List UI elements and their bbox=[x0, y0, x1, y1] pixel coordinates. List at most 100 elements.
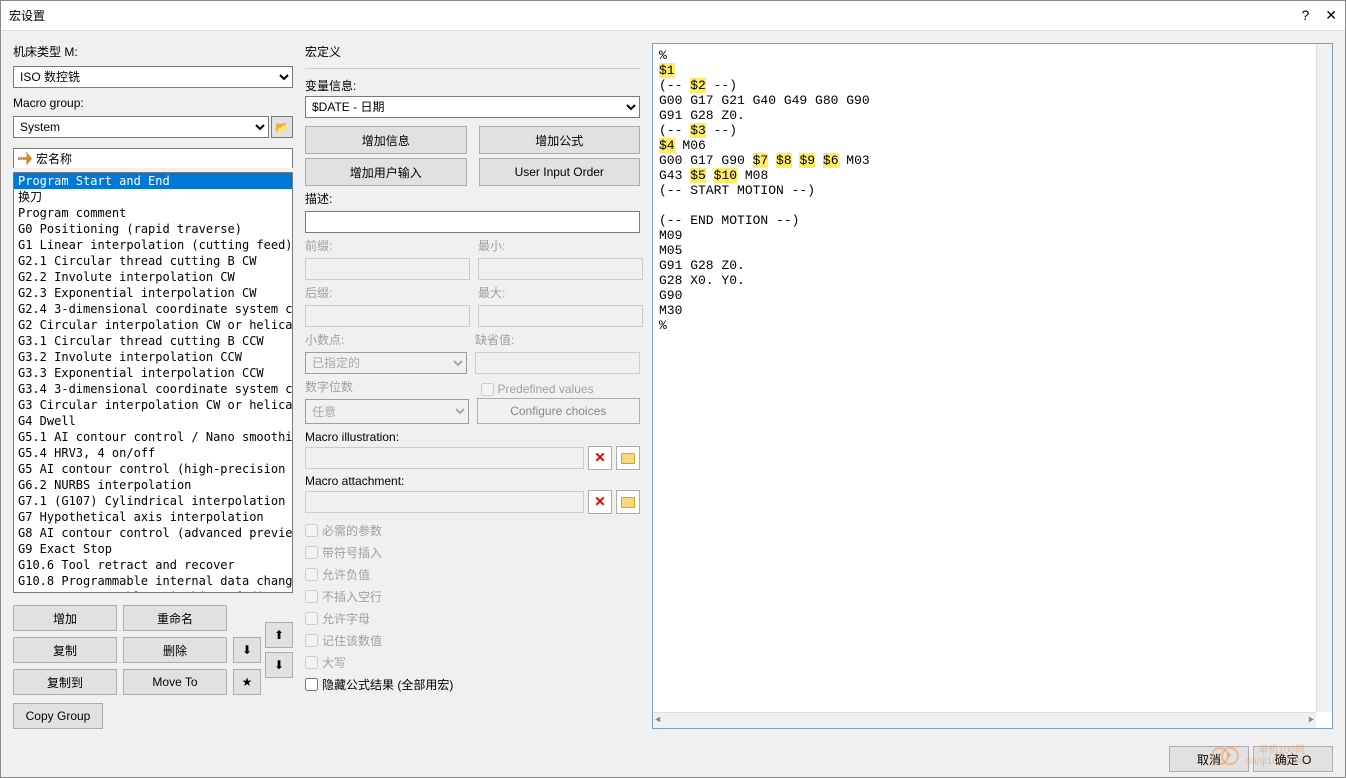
move-up-button[interactable]: ⬆ bbox=[265, 622, 293, 648]
letters-checkbox: 允许字母 bbox=[305, 610, 640, 627]
help-icon[interactable]: ? bbox=[1301, 7, 1309, 24]
folder-arrow-icon: 📂 bbox=[275, 121, 289, 134]
macro-list-item[interactable]: G7 Hypothetical axis interpolation bbox=[14, 509, 292, 525]
macro-list-item[interactable]: Program comment bbox=[14, 205, 292, 221]
suffix-input bbox=[305, 305, 470, 327]
add-userinput-button[interactable]: 增加用户输入 bbox=[305, 158, 467, 186]
negative-checkbox: 允许负值 bbox=[305, 566, 640, 583]
middle-panel: 宏定义 变量信息: $DATE - 日期 增加信息 增加公式 增加用户输入 Us… bbox=[305, 43, 640, 729]
folder-icon bbox=[621, 497, 635, 508]
x-icon: ✕ bbox=[594, 450, 605, 466]
macro-list-item[interactable]: G2.3 Exponential interpolation CW bbox=[14, 285, 292, 301]
attachment-delete-button[interactable]: ✕ bbox=[588, 490, 612, 514]
macro-list-item[interactable]: G3.3 Exponential interpolation CCW bbox=[14, 365, 292, 381]
move-down2-button[interactable]: ⬇ bbox=[265, 652, 293, 678]
arrow-icon bbox=[18, 152, 32, 166]
macro-list-item[interactable]: G8 AI contour control (advanced preview … bbox=[14, 525, 292, 541]
macro-list-header: 宏名称 bbox=[13, 148, 293, 168]
move-down-button[interactable]: ⬇ bbox=[233, 637, 261, 663]
decimal-select: 已指定的 bbox=[305, 352, 467, 374]
var-info-select[interactable]: $DATE - 日期 bbox=[305, 96, 640, 118]
digits-label: 数字位数 bbox=[305, 378, 469, 395]
macro-list-item[interactable]: G6.2 NURBS interpolation bbox=[14, 477, 292, 493]
macro-list-item[interactable]: G2.2 Involute interpolation CW bbox=[14, 269, 292, 285]
illustration-delete-button[interactable]: ✕ bbox=[588, 446, 612, 470]
attachment-input bbox=[305, 491, 584, 513]
config-choices-button: Configure choices bbox=[477, 398, 641, 424]
desc-label: 描述: bbox=[305, 190, 640, 207]
prefix-input bbox=[305, 258, 470, 280]
window-title: 宏设置 bbox=[9, 7, 1301, 24]
macro-list-item[interactable]: G4 Dwell bbox=[14, 413, 292, 429]
add-info-button[interactable]: 增加信息 bbox=[305, 126, 467, 154]
macro-list-item[interactable]: G1 Linear interpolation (cutting feed) bbox=[14, 237, 292, 253]
macro-list-item[interactable]: G5.1 AI contour control / Nano smoothing… bbox=[14, 429, 292, 445]
macro-group-label: Macro group: bbox=[13, 96, 293, 110]
macro-list-item[interactable]: 换刀 bbox=[14, 189, 292, 205]
macro-list-item[interactable]: G2 Circular interpolation CW or helical … bbox=[14, 317, 292, 333]
attachment-browse-button[interactable] bbox=[616, 490, 640, 514]
illustration-browse-button[interactable] bbox=[616, 446, 640, 470]
prefix-label: 前缀: bbox=[305, 237, 470, 254]
macro-list-item[interactable]: G2.1 Circular thread cutting B CW bbox=[14, 253, 292, 269]
copy-group-button[interactable]: Copy Group bbox=[13, 703, 103, 729]
macro-list-item[interactable]: G3 Circular interpolation CW or helical … bbox=[14, 397, 292, 413]
desc-input[interactable] bbox=[305, 211, 640, 233]
titlebar: 宏设置 ? ✕ bbox=[1, 1, 1345, 31]
moveto-button[interactable]: Move To bbox=[123, 669, 227, 695]
browse-group-button[interactable]: 📂 bbox=[271, 116, 293, 138]
default-label: 缺省值: bbox=[475, 331, 640, 348]
upper-checkbox: 大写 bbox=[305, 654, 640, 671]
add-formula-button[interactable]: 增加公式 bbox=[479, 126, 641, 154]
remember-checkbox: 记住该数值 bbox=[305, 632, 640, 649]
macro-list-item[interactable]: G2.4 3-dimensional coordinate system con… bbox=[14, 301, 292, 317]
ok-button[interactable]: 确定 O bbox=[1253, 746, 1333, 772]
macro-list-item[interactable]: G5.4 HRV3, 4 on/off bbox=[14, 445, 292, 461]
macro-list[interactable]: Program Start and End换刀Program commentG0… bbox=[13, 172, 293, 593]
macro-list-header-label: 宏名称 bbox=[36, 150, 72, 167]
userinput-order-button[interactable]: User Input Order bbox=[479, 158, 641, 186]
macro-list-item[interactable]: G10.9 Programmable switching of diameter… bbox=[14, 589, 292, 593]
illustration-input bbox=[305, 447, 584, 469]
arrow-down-icon: ⬇ bbox=[242, 643, 252, 657]
digits-select: 任意 bbox=[305, 399, 469, 424]
copyto-button[interactable]: 复制到 bbox=[13, 669, 117, 695]
macro-def-title: 宏定义 bbox=[305, 43, 640, 60]
macro-list-item[interactable]: G7.1 (G107) Cylindrical interpolation bbox=[14, 493, 292, 509]
cancel-button[interactable]: 取消 bbox=[1169, 746, 1249, 772]
macro-list-item[interactable]: G5 AI contour control (high-precision co… bbox=[14, 461, 292, 477]
macro-list-item[interactable]: G3.1 Circular thread cutting B CCW bbox=[14, 333, 292, 349]
decimal-label: 小数点: bbox=[305, 331, 467, 348]
rename-button[interactable]: 重命名 bbox=[123, 605, 227, 631]
add-button[interactable]: 增加 bbox=[13, 605, 117, 631]
right-panel: %$1(-- $2 --)G00 G17 G21 G40 G49 G80 G90… bbox=[652, 43, 1333, 729]
macro-code-editor[interactable]: %$1(-- $2 --)G00 G17 G21 G40 G49 G80 G90… bbox=[652, 43, 1333, 729]
copy-button[interactable]: 复制 bbox=[13, 637, 117, 663]
macro-list-item[interactable]: G3.4 3-dimensional coordinate system con… bbox=[14, 381, 292, 397]
macro-group-select[interactable]: System bbox=[13, 116, 269, 138]
macro-settings-window: 宏设置 ? ✕ 机床类型 M: ISO 数控铣 Macro group: Sys… bbox=[0, 0, 1346, 778]
arrow-down2-icon: ⬇ bbox=[274, 658, 284, 672]
macro-list-item[interactable]: G0 Positioning (rapid traverse) bbox=[14, 221, 292, 237]
macro-list-item[interactable]: G3.2 Involute interpolation CCW bbox=[14, 349, 292, 365]
favorite-button[interactable]: ★ bbox=[233, 669, 261, 695]
macro-list-item[interactable]: G10.8 Programmable internal data change bbox=[14, 573, 292, 589]
suffix-label: 后缀: bbox=[305, 284, 470, 301]
macro-list-item[interactable]: G10.6 Tool retract and recover bbox=[14, 557, 292, 573]
macro-list-item[interactable]: Program Start and End bbox=[14, 173, 292, 189]
required-checkbox: 必需的参数 bbox=[305, 522, 640, 539]
attachment-label: Macro attachment: bbox=[305, 474, 640, 488]
predef-checkbox: Predefined values bbox=[481, 382, 641, 396]
left-panel: 机床类型 M: ISO 数控铣 Macro group: System 📂 宏名… bbox=[13, 43, 293, 729]
vertical-scrollbar[interactable] bbox=[1316, 44, 1332, 712]
illustration-label: Macro illustration: bbox=[305, 430, 640, 444]
close-icon[interactable]: ✕ bbox=[1325, 7, 1337, 24]
macro-list-item[interactable]: G9 Exact Stop bbox=[14, 541, 292, 557]
delete-button[interactable]: 删除 bbox=[123, 637, 227, 663]
max-input bbox=[478, 305, 643, 327]
horizontal-scrollbar[interactable]: ◄► bbox=[653, 712, 1316, 728]
max-label: 最大: bbox=[478, 284, 643, 301]
hideformula-checkbox[interactable]: 隐藏公式结果 (全部用宏) bbox=[305, 676, 640, 693]
default-input bbox=[475, 352, 640, 374]
machine-type-select[interactable]: ISO 数控铣 bbox=[13, 66, 293, 88]
